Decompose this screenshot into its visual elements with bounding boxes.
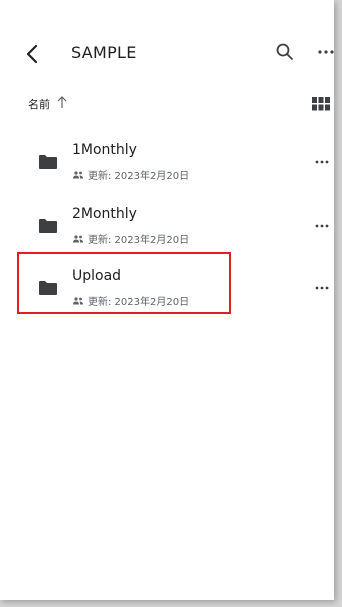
folder-icon	[39, 219, 57, 233]
more-horizontal-icon	[315, 160, 329, 164]
back-button[interactable]	[22, 42, 44, 66]
arrow-up-icon	[57, 96, 67, 108]
folder-title: SAMPLE	[71, 43, 137, 62]
more-options-button[interactable]	[316, 44, 334, 60]
item-more-button[interactable]	[314, 218, 330, 232]
sort-direction-button[interactable]	[55, 94, 69, 110]
file-meta: 更新: 2023年2月20日	[72, 290, 189, 308]
file-name: 2Monthly	[72, 206, 137, 222]
drive-folder-screen: SAMPLE 名前 1Monthly 更新: 2023年2月20日 2Month…	[0, 0, 334, 600]
more-horizontal-icon	[315, 286, 329, 290]
sort-by-name-button[interactable]: 名前	[28, 96, 50, 112]
more-horizontal-icon	[318, 50, 334, 54]
file-meta: 更新: 2023年2月20日	[72, 164, 189, 182]
folder-icon	[39, 155, 57, 169]
shared-people-icon	[73, 234, 83, 242]
top-app-bar: SAMPLE	[0, 32, 334, 76]
search-icon	[276, 43, 293, 60]
file-name: Upload	[72, 268, 122, 284]
shared-people-icon	[73, 170, 83, 178]
modified-date: 更新: 2023年2月20日	[88, 171, 190, 182]
modified-date: 更新: 2023年2月20日	[88, 235, 190, 246]
chevron-left-icon	[26, 44, 38, 64]
list-item[interactable]: 1Monthly 更新: 2023年2月20日	[0, 136, 334, 186]
file-name: 1Monthly	[72, 142, 137, 158]
grid-view-icon	[312, 97, 330, 111]
modified-date: 更新: 2023年2月20日	[88, 297, 190, 308]
file-meta: 更新: 2023年2月20日	[72, 228, 189, 246]
folder-icon	[39, 281, 57, 295]
list-item[interactable]: 2Monthly 更新: 2023年2月20日	[0, 200, 334, 250]
list-item[interactable]: Upload 更新: 2023年2月20日	[0, 262, 334, 312]
shared-people-icon	[73, 296, 83, 304]
item-more-button[interactable]	[314, 154, 330, 168]
item-more-button[interactable]	[314, 280, 330, 294]
more-horizontal-icon	[315, 224, 329, 228]
search-button[interactable]	[274, 41, 296, 63]
sort-bar: 名前	[0, 92, 334, 116]
grid-view-button[interactable]	[312, 96, 330, 111]
